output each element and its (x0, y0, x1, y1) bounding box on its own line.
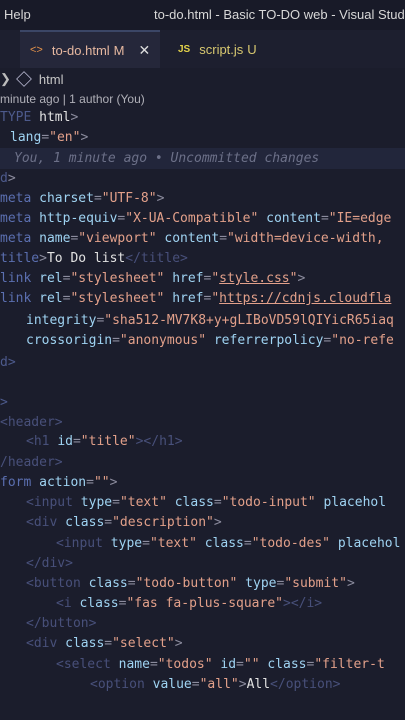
code-line: <button class="todo-button" type="submit… (26, 576, 355, 591)
tab-to-do-html[interactable]: <> to-do.html M ✕ (20, 30, 160, 68)
chevron-right-icon: ❯ (0, 71, 11, 86)
editor-tab-bar: <> to-do.html M ✕ JS script.js U (0, 30, 405, 68)
code-line: </div> (26, 556, 73, 571)
tab-script-js[interactable]: JS script.js U (170, 30, 257, 68)
menu-help[interactable]: Help (4, 7, 31, 22)
code-line: <input type="text" class="todo-des" plac… (56, 536, 401, 551)
code-line: title>To Do list</title> (0, 251, 188, 266)
code-line: <i class="fas fa-plus-square"></i> (56, 596, 323, 611)
current-line-highlight (0, 148, 405, 169)
code-line: link rel="stylesheet" href="style.css"> (0, 271, 306, 286)
code-line: </button> (26, 616, 97, 631)
code-line: <div class="select"> (26, 636, 183, 651)
code-line: d> (0, 171, 16, 186)
code-line: <option value="all">All</option> (90, 677, 341, 692)
code-line: /header> (0, 455, 63, 470)
tab-label: script.js (199, 41, 244, 57)
title-bar: Help to-do.html - Basic TO-DO web - Visu… (0, 0, 405, 30)
code-line: d> (0, 355, 16, 370)
close-icon[interactable]: ✕ (139, 42, 151, 59)
code-line: crossorigin="anonymous" referrerpolicy="… (26, 333, 394, 348)
code-line: integrity="sha512-MV7K8+y+gLIBoVD59lQIYi… (26, 313, 394, 328)
link-cdnjs: https://cdnjs.cloudfla (219, 291, 392, 306)
link-style-css: style.css (219, 271, 290, 286)
code-line: <input type="text" class="todo-input" pl… (26, 495, 387, 510)
html-file-icon: <> (30, 44, 43, 56)
code-line: meta charset="UTF-8"> (0, 191, 165, 206)
code-line: TYPE html> (0, 110, 79, 125)
code-line: <header> (0, 415, 63, 430)
code-line: <select name="todos" id="" class="filter… (56, 657, 385, 672)
code-line: meta name="viewport" content="width=devi… (0, 231, 384, 246)
tab-label: to-do.html (51, 42, 110, 58)
codelens-blame[interactable]: minute ago | 1 author (You) (0, 92, 145, 106)
js-file-icon: JS (178, 43, 191, 55)
breadcrumb-item-html[interactable]: html (39, 72, 64, 87)
breadcrumb: ❯ html (0, 70, 63, 88)
element-cube-icon (15, 71, 32, 87)
code-line: form action=""> (0, 475, 118, 490)
modified-badge: M (113, 42, 125, 58)
code-line: > (0, 395, 8, 410)
code-line: <h1 id="title"></h1> (26, 434, 183, 449)
code-line: lang="en"> (10, 130, 89, 145)
code-editor[interactable]: TYPE html> lang="en"> You, 1 minute ago … (0, 0, 405, 720)
untracked-badge: U (247, 41, 257, 57)
code-line: <div class="description"> (26, 515, 222, 530)
window-title: to-do.html - Basic TO-DO web - Visual St… (154, 7, 405, 22)
code-line: meta http-equiv="X-UA-Compatible" conten… (0, 211, 392, 226)
code-line: link rel="stylesheet" href="https://cdnj… (0, 291, 392, 306)
